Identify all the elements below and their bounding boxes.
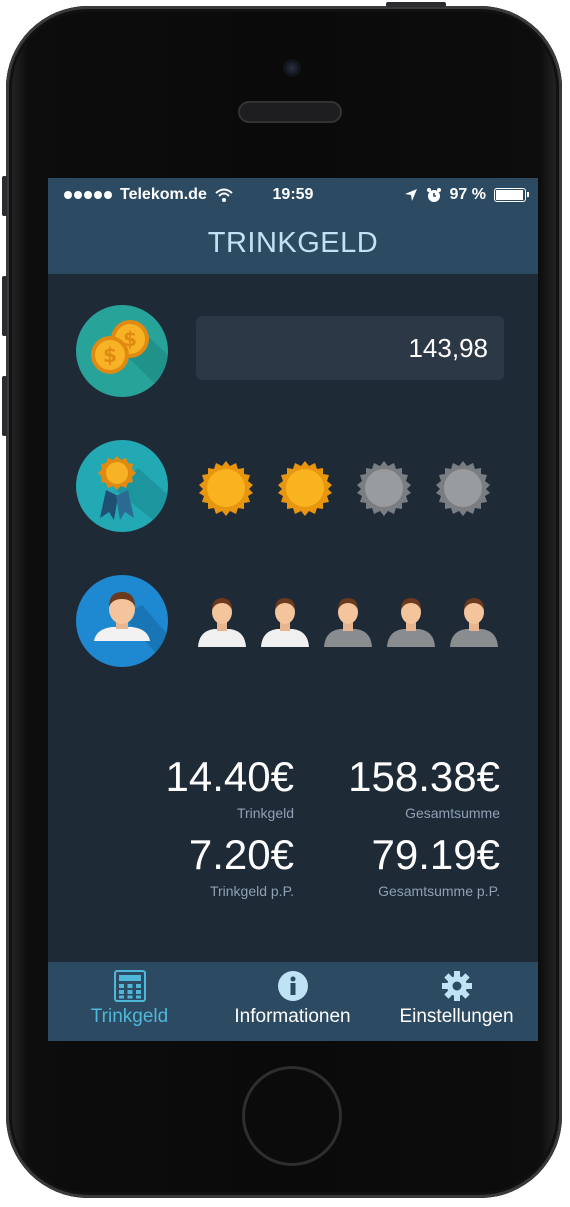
mute-switch [2,176,7,216]
tab-bar: Trinkgeld Informationen Einstellungen [48,962,538,1041]
alarm-icon [426,188,441,202]
rating-medal-3[interactable] [356,460,412,516]
status-bar: Telekom.de 19:59 97 % [48,178,538,212]
bill-amount-input[interactable]: 143,98 [196,316,504,380]
battery-icon [494,188,529,202]
nav-title: TRINKGELD [48,212,538,274]
total-label: Gesamtsumme [405,805,500,821]
tab-einstellungen-label: Einstellungen [399,1006,514,1027]
location-arrow-icon [404,189,417,201]
earpiece-speaker [238,101,342,123]
tip-label: Trinkgeld [236,805,294,821]
battery-percent: 97 % [449,186,486,203]
people-selector [196,591,500,647]
total-per-person-label: Gesamtsumme p.P. [378,883,500,899]
tab-einstellungen[interactable]: Einstellungen [375,962,538,1041]
person-3[interactable] [322,591,374,647]
total-value: 158.38€ [348,753,500,800]
status-right: 97 % [404,186,529,204]
tab-informationen[interactable]: Informationen [211,962,374,1041]
service-rating [198,460,491,516]
gear-icon [441,971,472,1001]
award-medal-icon [76,440,168,532]
volume-up-button [2,276,7,336]
tip-per-person-label: Trinkgeld p.P. [209,883,294,899]
phone-frame: Telekom.de 19:59 97 % TRINKGELD $ $ 143,… [2,2,562,1198]
tab-informationen-label: Informationen [234,1006,351,1027]
power-button [386,2,446,7]
rating-medal-2[interactable] [277,460,333,516]
tab-trinkgeld-label: Trinkgeld [90,1006,169,1027]
person-1[interactable] [196,591,248,647]
rating-medal-1[interactable] [198,460,254,516]
info-icon [277,971,308,1001]
tip-per-person-value: 7.20€ [188,831,294,878]
total-per-person-value: 79.19€ [371,831,500,878]
svg-text:$: $ [103,343,117,367]
person-2[interactable] [259,591,311,647]
app-screen: Telekom.de 19:59 97 % TRINKGELD $ $ 143,… [48,178,538,1041]
home-button[interactable] [242,1066,342,1166]
volume-down-button [2,376,7,436]
person-5[interactable] [448,591,500,647]
rating-medal-4[interactable] [435,460,491,516]
coins-icon: $ $ [76,305,168,397]
tab-trinkgeld[interactable]: Trinkgeld [48,962,211,1041]
front-camera [283,59,301,77]
person-4[interactable] [385,591,437,647]
calculator-icon [113,970,146,1002]
tip-value: 14.40€ [165,753,294,800]
person-icon [76,575,168,667]
